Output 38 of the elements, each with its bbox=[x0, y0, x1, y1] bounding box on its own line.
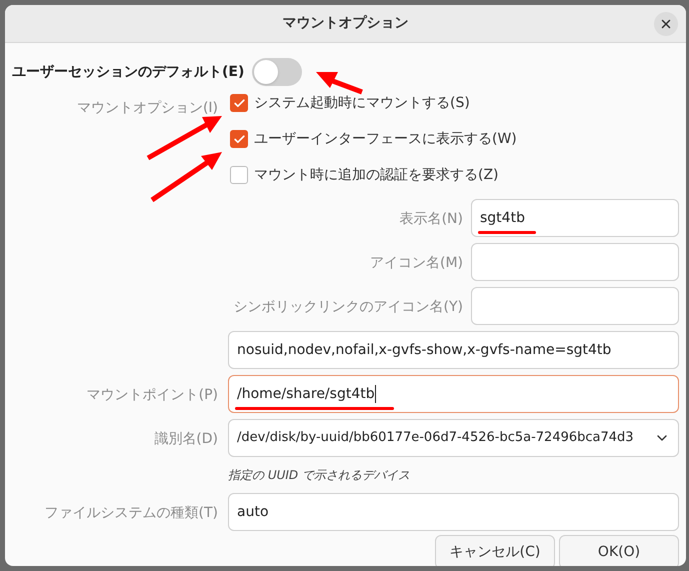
field-value: auto bbox=[237, 502, 269, 522]
identifier-dropdown[interactable]: /dev/disk/by-uuid/bb60177e-06d7-4526-bc5a-72496bca74d3 bbox=[228, 419, 679, 457]
dialog-button[interactable]: OK(O) bbox=[559, 535, 679, 566]
window-title: マウントオプション bbox=[282, 14, 408, 33]
dialog-button[interactable]: キャンセル(C) bbox=[435, 535, 555, 566]
hint-text: 指定の UUID で示されるデバイス bbox=[228, 467, 410, 484]
toggle-switch[interactable] bbox=[252, 58, 302, 86]
field-label: シンボリックリンクのアイコン名(Y) bbox=[234, 299, 463, 315]
text-field[interactable] bbox=[471, 287, 679, 325]
check-icon bbox=[232, 96, 246, 110]
field-label: マウントオプション(I) bbox=[76, 100, 218, 116]
checkbox[interactable] bbox=[230, 94, 248, 112]
checkbox[interactable] bbox=[230, 130, 248, 148]
underline-mark bbox=[478, 231, 536, 234]
text-field[interactable]: auto bbox=[228, 493, 679, 531]
text-field[interactable]: sgt4tb bbox=[471, 199, 679, 237]
text-field[interactable]: nosuid,nodev,nofail,x-gvfs-show,x-gvfs-name=sgt4tb bbox=[228, 331, 679, 369]
field-value: nosuid,nodev,nofail,x-gvfs-show,x-gvfs-name=sgt4tb bbox=[237, 340, 612, 360]
toggle-thumb bbox=[254, 60, 278, 84]
arrow-drawing bbox=[316, 72, 363, 94]
section-label: ユーザーセッションのデフォルト(E) bbox=[12, 62, 244, 82]
field-label: アイコン名(M) bbox=[370, 255, 463, 271]
checkbox-label: ユーザーインターフェースに表示する(W) bbox=[254, 130, 517, 148]
close-button[interactable] bbox=[654, 12, 678, 36]
text-field[interactable]: /home/share/sgt4tb bbox=[228, 375, 679, 413]
field-value: /home/share/sgt4tb bbox=[237, 384, 375, 404]
field-label: 表示名(N) bbox=[400, 211, 463, 227]
text-field[interactable] bbox=[471, 243, 679, 281]
check-icon bbox=[232, 132, 246, 146]
checkbox[interactable] bbox=[230, 166, 248, 184]
field-label: マウントポイント(P) bbox=[86, 387, 218, 403]
checkbox-label: マウント時に追加の認証を要求する(Z) bbox=[254, 166, 499, 184]
arrow-drawing bbox=[150, 152, 222, 202]
field-value: sgt4tb bbox=[480, 208, 525, 228]
text-cursor bbox=[374, 385, 376, 403]
field-label: ファイルシステムの種類(T) bbox=[44, 505, 218, 521]
checkbox-label: システム起動時にマウントする(S) bbox=[254, 94, 470, 112]
field-label: 識別名(D) bbox=[154, 431, 218, 447]
